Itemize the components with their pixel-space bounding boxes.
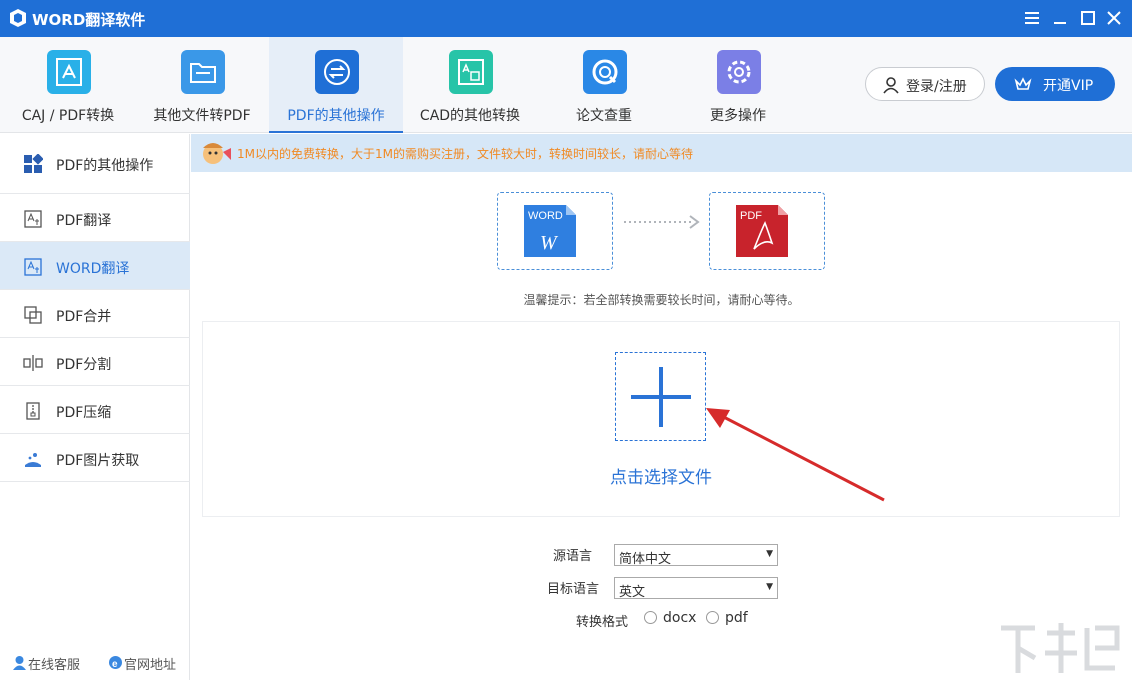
sidebar-item-pdf-split[interactable]: PDF分割 [0, 338, 190, 386]
service-icon [12, 655, 27, 674]
merge-icon [23, 305, 43, 325]
online-service-label: 在线客服 [28, 654, 80, 673]
sidebar-header: PDF的其他操作 [0, 134, 190, 194]
login-button[interactable]: 登录/注册 [865, 67, 985, 101]
crown-icon [1013, 74, 1033, 98]
sidebar-item-label: PDF合并 [56, 306, 111, 326]
sidebar: PDF的其他操作 PDF翻译 WORD翻译 PDF合并 PDF分割 PDF压缩 [0, 134, 190, 680]
compress-icon [23, 401, 43, 421]
tab-label: 论文查重 [537, 105, 671, 125]
app-title: WORD翻译软件 [32, 9, 145, 30]
official-website-label: 官网地址 [124, 654, 176, 673]
close-icon[interactable] [1102, 6, 1126, 30]
tab-other-to-pdf[interactable]: 其他文件转PDF [135, 37, 269, 133]
tab-label: 其他文件转PDF [135, 105, 269, 125]
translate-icon [23, 257, 43, 277]
convert-arrow-icon [622, 214, 702, 234]
image-extract-icon [23, 449, 43, 469]
split-icon [23, 353, 43, 373]
vip-button[interactable]: 开通VIP [995, 67, 1115, 101]
sidebar-item-pdf-image-extract[interactable]: PDF图片获取 [0, 434, 190, 482]
tab-more[interactable]: 更多操作 [671, 37, 805, 133]
svg-text:e: e [112, 659, 118, 670]
svg-text:W: W [540, 232, 559, 254]
source-language-select[interactable]: 简体中文 ▼ [614, 544, 778, 566]
gear-icon [717, 50, 761, 94]
sidebar-item-label: WORD翻译 [56, 258, 129, 278]
plus-icon [616, 353, 705, 440]
target-language-label: 目标语言 [547, 578, 599, 597]
browser-icon: e [108, 655, 123, 674]
sidebar-header-label: PDF的其他操作 [56, 155, 153, 175]
sidebar-item-pdf-compress[interactable]: PDF压缩 [0, 386, 190, 434]
tab-cad-other[interactable]: CAD的其他转换 [403, 37, 537, 133]
format-pdf-radio[interactable] [706, 611, 719, 624]
sidebar-item-label: PDF压缩 [56, 402, 111, 422]
notice-bar: 1M以内的免费转换，大于1M的需购买注册，文件较大时，转换时间较长，请耐心等待 [191, 134, 1132, 172]
tab-label: CAD的其他转换 [403, 105, 537, 125]
grid-icon [23, 154, 43, 174]
mascot-icon [199, 140, 233, 170]
target-language-select[interactable]: 英文 ▼ [614, 577, 778, 599]
translate-icon [23, 209, 43, 229]
svg-text:WORD: WORD [528, 210, 563, 222]
user-icon [882, 76, 900, 98]
login-label: 登录/注册 [906, 76, 967, 96]
maximize-icon[interactable] [1076, 6, 1100, 30]
main-toolbar: CAJ / PDF转换 其他文件转PDF PDF的其他操作 CAD的其他转换 论… [0, 37, 1132, 133]
tab-pdf-other[interactable]: PDF的其他操作 [269, 37, 403, 133]
dropdown-icon: ▼ [766, 549, 773, 559]
watermark-logo [995, 618, 1125, 680]
format-label: 转换格式 [576, 611, 628, 630]
convert-icon [315, 50, 359, 94]
sidebar-item-pdf-translate[interactable]: PDF翻译 [0, 194, 190, 242]
tab-caj-pdf[interactable]: CAJ / PDF转换 [1, 37, 135, 133]
caj-pdf-icon [47, 50, 91, 94]
format-pdf-label[interactable]: pdf [725, 610, 748, 626]
red-arrow-annotation [700, 400, 890, 509]
format-docx-radio[interactable] [644, 611, 657, 624]
svg-text:PDF: PDF [740, 210, 762, 222]
tip-text: 温馨提示：若全部转换需要较长时间，请耐心等待。 [191, 291, 1132, 308]
check-icon [583, 50, 627, 94]
sidebar-item-pdf-merge[interactable]: PDF合并 [0, 290, 190, 338]
sidebar-item-word-translate[interactable]: WORD翻译 [0, 242, 190, 290]
format-docx-label[interactable]: docx [663, 610, 696, 626]
sidebar-item-label: PDF翻译 [56, 210, 111, 230]
sidebar-item-label: PDF分割 [56, 354, 111, 374]
dropdown-icon: ▼ [766, 582, 773, 592]
menu-icon[interactable] [1020, 6, 1044, 30]
source-format-box: WORD W [497, 192, 613, 270]
pdf-file-icon: PDF [710, 193, 826, 271]
source-language-label: 源语言 [553, 545, 592, 564]
minimize-icon[interactable] [1048, 6, 1072, 30]
title-bar: WORD翻译软件 [0, 0, 1132, 37]
tab-label: CAJ / PDF转换 [1, 105, 135, 125]
word-file-icon: WORD W [498, 193, 614, 271]
source-language-value: 简体中文 [619, 548, 671, 567]
app-logo-icon [8, 8, 28, 28]
folder-icon [181, 50, 225, 94]
vip-label: 开通VIP [1043, 75, 1093, 95]
target-format-box: PDF [709, 192, 825, 270]
sidebar-item-label: PDF图片获取 [56, 450, 139, 470]
tab-paper-check[interactable]: 论文查重 [537, 37, 671, 133]
target-language-value: 英文 [619, 581, 645, 600]
cad-icon [449, 50, 493, 94]
add-file-button[interactable] [615, 352, 706, 441]
tab-label: 更多操作 [671, 105, 805, 125]
tab-label: PDF的其他操作 [269, 105, 403, 125]
notice-text: 1M以内的免费转换，大于1M的需购买注册，文件较大时，转换时间较长，请耐心等待 [237, 145, 693, 162]
